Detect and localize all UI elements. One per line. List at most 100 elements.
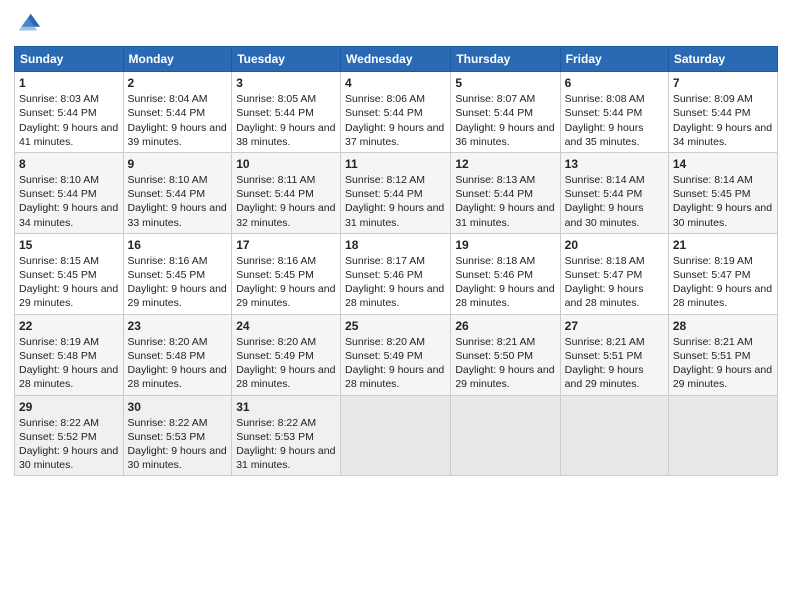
sunrise-label: Sunrise: 8:12 AM xyxy=(345,174,425,186)
day-number: 3 xyxy=(236,75,336,91)
sunset-label: Sunset: 5:44 PM xyxy=(19,107,97,119)
day-number: 17 xyxy=(236,237,336,253)
day-number: 2 xyxy=(128,75,228,91)
table-cell: 5Sunrise: 8:07 AMSunset: 5:44 PMDaylight… xyxy=(451,72,560,153)
sunrise-label: Sunrise: 8:21 AM xyxy=(673,336,753,348)
sunset-label: Sunset: 5:53 PM xyxy=(236,431,314,443)
table-cell: 2Sunrise: 8:04 AMSunset: 5:44 PMDaylight… xyxy=(123,72,232,153)
sunrise-label: Sunrise: 8:06 AM xyxy=(345,93,425,105)
sunrise-label: Sunrise: 8:07 AM xyxy=(455,93,535,105)
day-number: 31 xyxy=(236,399,336,415)
col-saturday: Saturday xyxy=(668,47,777,72)
sunset-label: Sunset: 5:45 PM xyxy=(236,269,314,281)
calendar-row: 15 Sunrise: 8:15 AM Sunset: 5:45 PM Dayligh… xyxy=(15,233,778,314)
day-number: 22 xyxy=(19,318,119,334)
sunrise-label: Sunrise: 8:18 AM xyxy=(455,255,535,267)
table-cell: 28Sunrise: 8:21 AMSunset: 5:51 PMDayligh… xyxy=(668,314,777,395)
table-cell: 12Sunrise: 8:13 AMSunset: 5:44 PMDayligh… xyxy=(451,152,560,233)
daylight-label: Daylight: 9 hours and 28 minutes. xyxy=(128,364,227,390)
page-container: Sunday Monday Tuesday Wednesday Thursday… xyxy=(0,0,792,484)
table-cell: 3 Sunrise: 8:05 AM Sunset: 5:44 PM Daylight… xyxy=(232,72,341,153)
sunrise-label: Sunrise: 8:21 AM xyxy=(455,336,535,348)
daylight-label: Daylight: 9 hours and 31 minutes. xyxy=(236,445,335,471)
day-number: 30 xyxy=(128,399,228,415)
day-number: 10 xyxy=(236,156,336,172)
sunset-label: Sunset: 5:51 PM xyxy=(565,350,643,362)
sunrise-label: Sunrise: 8:17 AM xyxy=(345,255,425,267)
sunset-label: Sunset: 5:51 PM xyxy=(673,350,751,362)
sunrise-label: Sunrise: 8:21 AM xyxy=(565,336,645,348)
sunrise-label: Sunrise: 8:15 AM xyxy=(19,255,99,267)
sunset-label: Sunset: 5:44 PM xyxy=(673,107,751,119)
calendar-header-row: Sunday Monday Tuesday Wednesday Thursday… xyxy=(15,47,778,72)
day-number: 27 xyxy=(565,318,664,334)
table-cell: 8Sunrise: 8:10 AMSunset: 5:44 PMDaylight… xyxy=(15,152,124,233)
sunset-label: Sunset: 5:49 PM xyxy=(345,350,423,362)
daylight-label: Daylight: 9 hours and 36 minutes. xyxy=(455,122,554,148)
sunrise-label: Sunrise: 8:22 AM xyxy=(128,417,208,429)
daylight-label: Daylight: 9 hours and 29 minutes. xyxy=(128,283,227,309)
sunset-label: Sunset: 5:45 PM xyxy=(128,269,206,281)
daylight-label: Daylight: 9 hours and 28 minutes. xyxy=(455,283,554,309)
sunrise-label: Sunrise: 8:08 AM xyxy=(565,93,645,105)
sunset-label: Sunset: 5:53 PM xyxy=(128,431,206,443)
table-cell: 18Sunrise: 8:17 AMSunset: 5:46 PMDayligh… xyxy=(341,233,451,314)
daylight-label: Daylight: 9 hours and 34 minutes. xyxy=(673,122,772,148)
sunset-label: Sunset: 5:48 PM xyxy=(128,350,206,362)
sunset-label: Sunset: 5:44 PM xyxy=(455,107,533,119)
col-tuesday: Tuesday xyxy=(232,47,341,72)
sunrise-label: Sunrise: 8:20 AM xyxy=(345,336,425,348)
sunset-label: Sunset: 5:44 PM xyxy=(128,188,206,200)
sunset-label: Sunset: 5:46 PM xyxy=(455,269,533,281)
calendar-row: 1Sunrise: 8:03 AMSunset: 5:44 PMDaylight… xyxy=(15,72,778,153)
day-number: 13 xyxy=(565,156,664,172)
sunset-label: Sunset: 5:44 PM xyxy=(19,188,97,200)
daylight-label: Daylight: 9 hours and 37 minutes. xyxy=(345,122,444,148)
day-number: 4 xyxy=(345,75,446,91)
table-cell: 20Sunrise: 8:18 AMSunset: 5:47 PMDayligh… xyxy=(560,233,668,314)
sunrise-label: Sunrise: 8:19 AM xyxy=(673,255,753,267)
table-cell: 25Sunrise: 8:20 AMSunset: 5:49 PMDayligh… xyxy=(341,314,451,395)
table-cell xyxy=(668,395,777,476)
daylight-label: Daylight: 9 hours and 30 minutes. xyxy=(673,202,772,228)
sunset-label: Sunset: 5:50 PM xyxy=(455,350,533,362)
day-number: 24 xyxy=(236,318,336,334)
sunset-label: Sunset: 5:44 PM xyxy=(345,107,423,119)
day-number: 9 xyxy=(128,156,228,172)
daylight-label: Daylight: 9 hours and 31 minutes. xyxy=(345,202,444,228)
sunrise-label: Sunrise: 8:14 AM xyxy=(673,174,753,186)
daylight-label: Daylight: 9 hours and 28 minutes. xyxy=(236,364,335,390)
calendar-row: 22Sunrise: 8:19 AMSunset: 5:48 PMDayligh… xyxy=(15,314,778,395)
day-number: 8 xyxy=(19,156,119,172)
sunset-label: Sunset: 5:44 PM xyxy=(565,107,643,119)
day-number: 21 xyxy=(673,237,773,253)
table-cell: 4 Sunrise: 8:06 AM Sunset: 5:44 PM Daylight… xyxy=(341,72,451,153)
day-number: 6 xyxy=(565,75,664,91)
table-cell: 27 Sunrise: 8:21 AM Sunset: 5:51 PM Dayligh… xyxy=(560,314,668,395)
sunset-label: Sunset: 5:46 PM xyxy=(345,269,423,281)
daylight-label: Daylight: 9 hours and 28 minutes. xyxy=(345,364,444,390)
table-cell: 15Sunrise: 8:15 AMSunset: 5:45 PMDayligh… xyxy=(15,233,124,314)
daylight-label: Daylight: 9 hours and 30 minutes. xyxy=(19,445,118,471)
table-cell: 29Sunrise: 8:22 AMSunset: 5:52 PMDayligh… xyxy=(15,395,124,476)
day-number: 15 xyxy=(19,237,119,253)
daylight-label: Daylight: 9 hours and 29 minutes. xyxy=(455,364,554,390)
table-cell: 17Sunrise: 8:16 AMSunset: 5:45 PMDayligh… xyxy=(232,233,341,314)
daylight-label: Daylight: 9 hours and 29 minutes. xyxy=(565,364,644,390)
header xyxy=(14,10,778,38)
table-cell: 30Sunrise: 8:22 AMSunset: 5:53 PMDayligh… xyxy=(123,395,232,476)
sunset-label: Sunset: 5:52 PM xyxy=(19,431,97,443)
daylight-label: Daylight: 9 hours and 38 minutes. xyxy=(236,122,335,148)
col-thursday: Thursday xyxy=(451,47,560,72)
sunset-label: Sunset: 5:47 PM xyxy=(565,269,643,281)
table-cell: 1Sunrise: 8:03 AMSunset: 5:44 PMDaylight… xyxy=(15,72,124,153)
sunrise-label: Sunrise: 8:05 AM xyxy=(236,93,316,105)
sunset-label: Sunset: 5:44 PM xyxy=(128,107,206,119)
sunset-label: Sunset: 5:44 PM xyxy=(236,107,314,119)
sunset-label: Sunset: 5:44 PM xyxy=(455,188,533,200)
sunrise-label: Sunrise: 8:10 AM xyxy=(19,174,99,186)
sunset-label: Sunset: 5:49 PM xyxy=(236,350,314,362)
sunrise-label: Sunrise: 8:18 AM xyxy=(565,255,645,267)
day-number: 19 xyxy=(455,237,555,253)
table-cell: 7Sunrise: 8:09 AMSunset: 5:44 PMDaylight… xyxy=(668,72,777,153)
